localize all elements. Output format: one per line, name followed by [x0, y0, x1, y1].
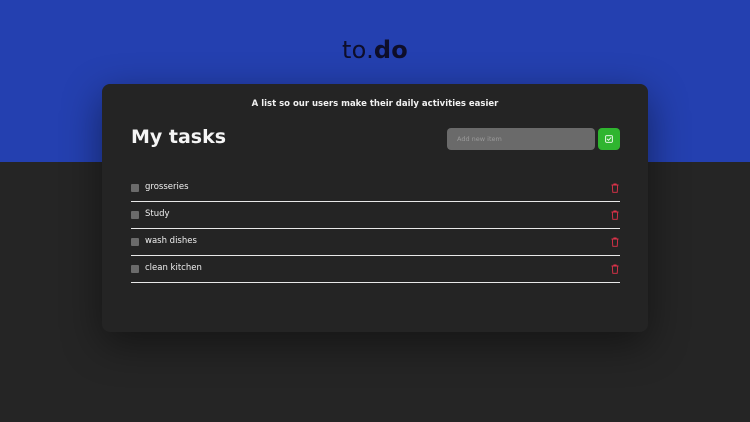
app-page: to.do A list so our users make their dai…: [0, 0, 750, 422]
task-item: grosseries: [131, 175, 620, 202]
task-checkbox[interactable]: [131, 265, 139, 273]
trash-icon[interactable]: [611, 183, 619, 193]
task-label: clean kitchen: [145, 263, 202, 273]
task-list: grosseries Study wash dishes clean kitch…: [131, 175, 620, 283]
task-item: wash dishes: [131, 229, 620, 256]
task-label: grosseries: [145, 182, 189, 192]
task-label: Study: [145, 209, 170, 219]
logo-suffix: do: [373, 36, 408, 64]
task-item: Study: [131, 202, 620, 229]
task-checkbox[interactable]: [131, 184, 139, 192]
card-subtitle: A list so our users make their daily act…: [251, 99, 499, 109]
app-logo: to.do: [0, 33, 750, 67]
logo-prefix: to.: [342, 36, 374, 64]
trash-icon[interactable]: [611, 237, 619, 247]
trash-icon[interactable]: [611, 210, 619, 220]
task-checkbox[interactable]: [131, 238, 139, 246]
tasks-card: A list so our users make their daily act…: [102, 84, 648, 332]
new-task-input[interactable]: [447, 128, 595, 150]
task-item: clean kitchen: [131, 256, 620, 283]
add-task-button[interactable]: [598, 128, 620, 150]
check-square-icon: [605, 135, 613, 143]
task-label: wash dishes: [145, 236, 197, 246]
trash-icon[interactable]: [611, 264, 619, 274]
task-checkbox[interactable]: [131, 211, 139, 219]
page-title: My tasks: [131, 126, 227, 148]
